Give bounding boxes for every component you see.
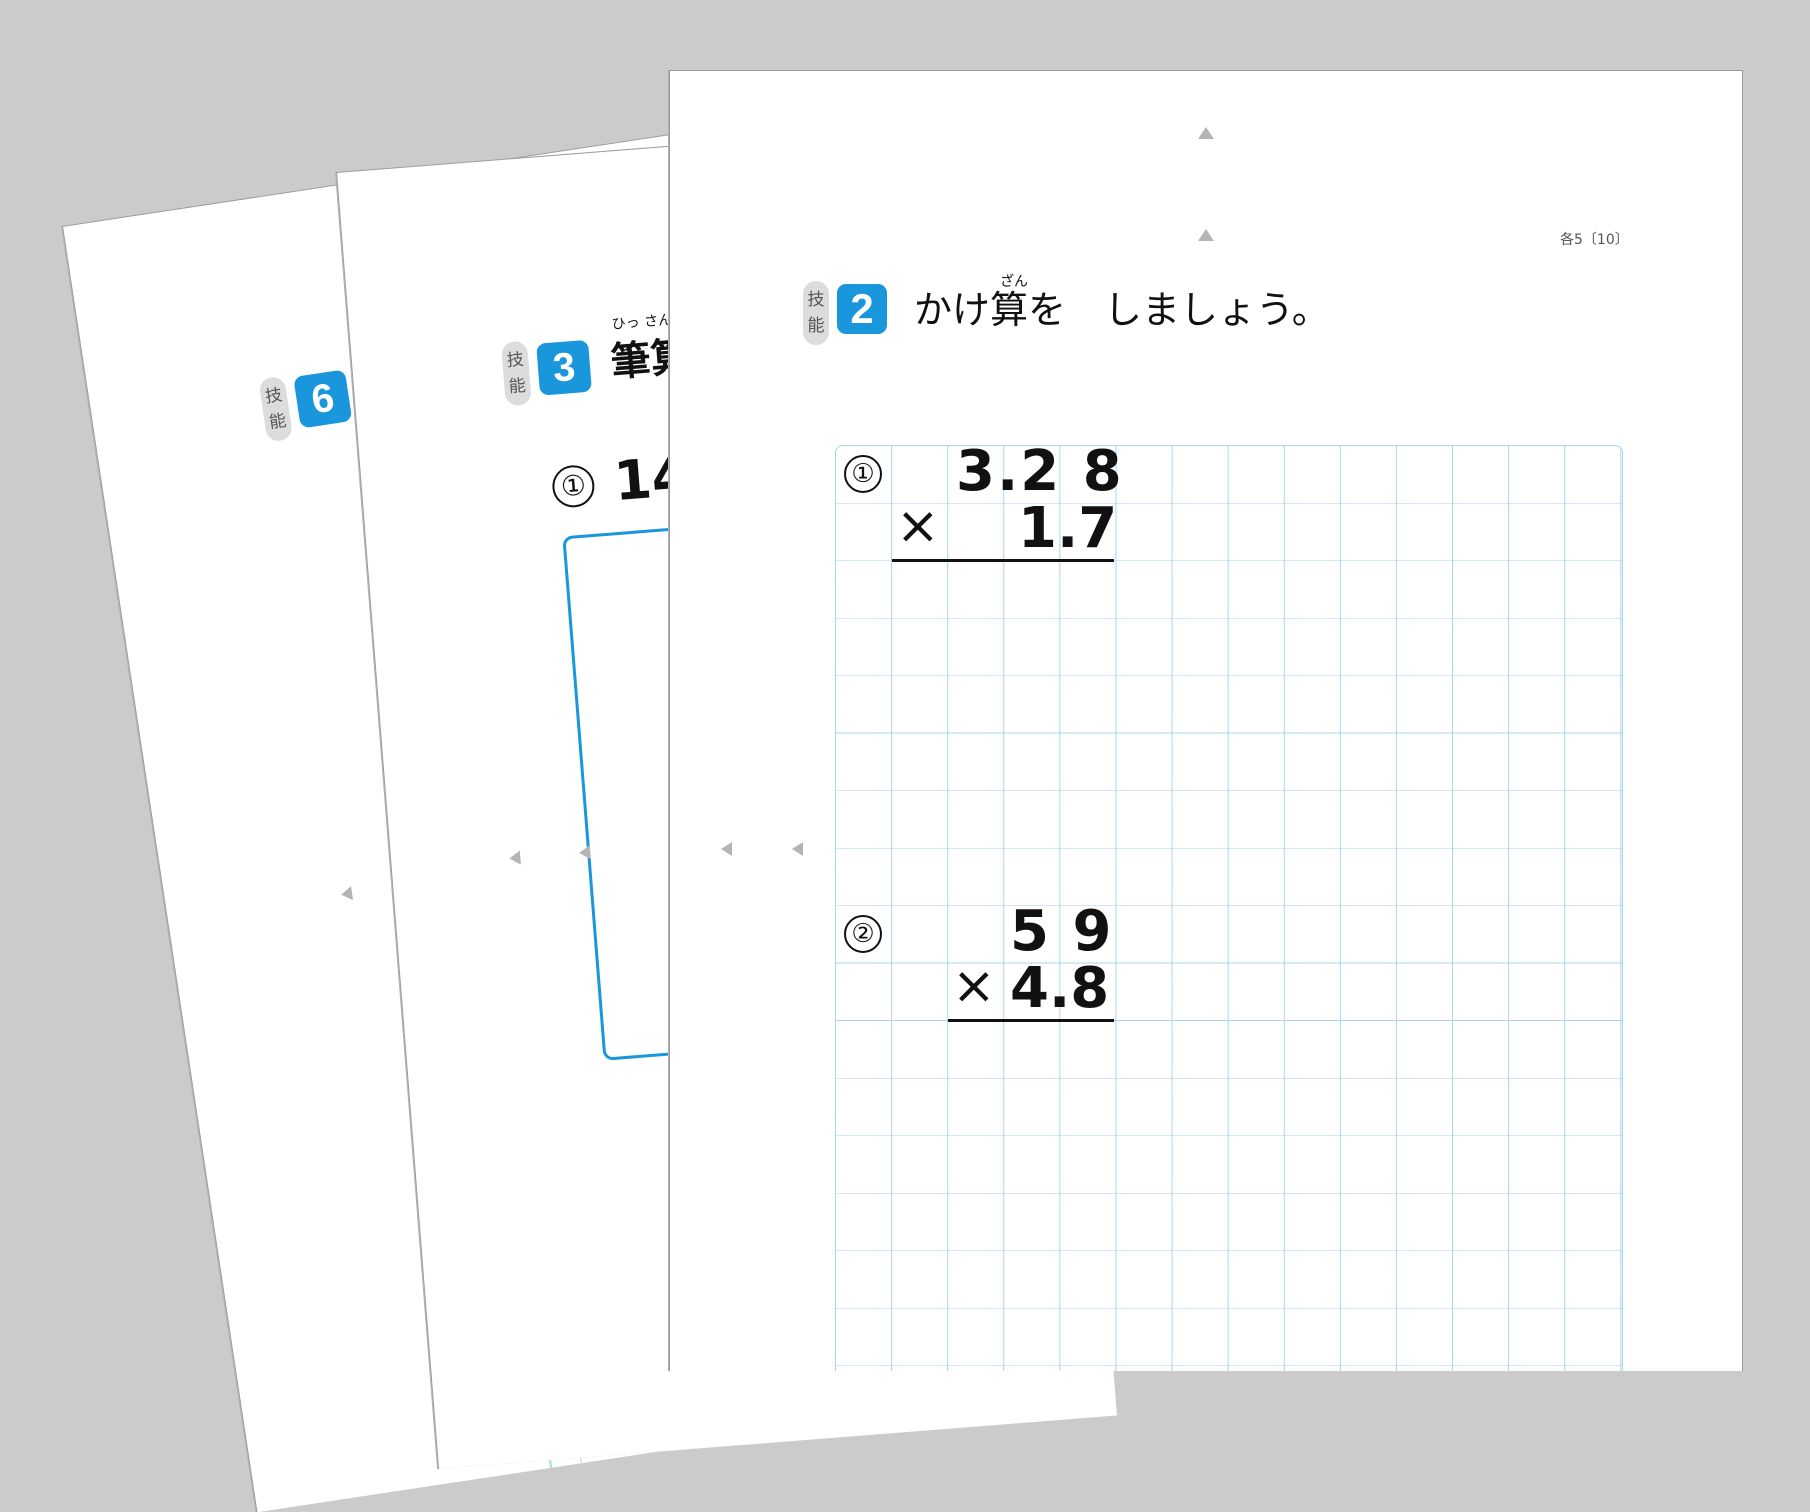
cut-mark-top <box>1198 229 1214 241</box>
cut-mark-left <box>578 845 591 860</box>
item-label: ① <box>550 463 596 509</box>
problem-number-badge: 6 <box>293 369 353 429</box>
multiplicand: 3.2 8 <box>956 439 1124 504</box>
problem-number-badge: 2 <box>837 284 887 334</box>
multiplier: 1.7 <box>1018 496 1118 561</box>
problem-label: ② <box>844 915 882 953</box>
multiply-operator: × <box>952 956 996 1016</box>
score-label: 各5〔10〕 <box>1560 232 1629 248</box>
worksheet-front: 各5〔10〕 技能 2 ざん かけ算を しましょう。 ① 3.2 8 × 1.7… <box>669 70 1743 1371</box>
multiplicand: 5 9 <box>1010 899 1114 964</box>
cut-mark-left <box>340 886 354 902</box>
cut-mark-left <box>792 842 803 856</box>
cut-mark-left <box>508 850 521 866</box>
result-line <box>892 559 1114 562</box>
multiply-operator: × <box>896 496 940 556</box>
problem-number-badge: 3 <box>536 339 593 396</box>
skill-badge: 技能 <box>803 281 829 345</box>
multiplier: 4.8 <box>1010 956 1110 1021</box>
problem-label: ① <box>844 455 882 493</box>
cut-mark-top <box>1198 127 1214 139</box>
cut-mark-left <box>721 842 732 856</box>
skill-badge: 技能 <box>500 340 532 407</box>
result-line <box>948 1019 1114 1022</box>
instruction-title: かけ算を しましょう。 <box>914 288 1330 332</box>
skill-badge: 技能 <box>258 375 294 443</box>
grid-paper <box>835 445 1623 1371</box>
